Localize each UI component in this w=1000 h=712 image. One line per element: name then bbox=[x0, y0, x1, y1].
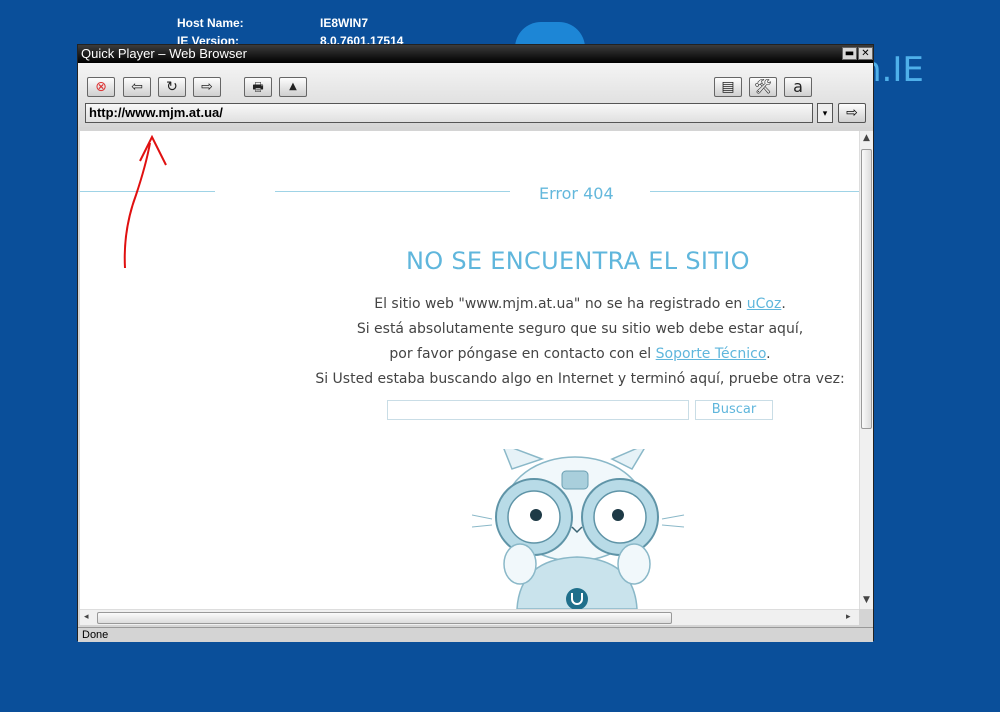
message-line-2: Si está absolutamente seguro que su siti… bbox=[356, 321, 804, 337]
scroll-down-arrow-icon[interactable]: ▼ bbox=[863, 595, 870, 605]
support-link[interactable]: Soporte Técnico bbox=[656, 346, 766, 362]
host-name-value: IE8WIN7 bbox=[320, 16, 369, 30]
forward-button[interactable]: ⇨ bbox=[193, 77, 221, 97]
divider-right bbox=[650, 191, 859, 192]
ucoz-link[interactable]: uCoz bbox=[747, 296, 782, 312]
message-line-3-end: . bbox=[766, 346, 771, 362]
refresh-button[interactable]: ↻ bbox=[158, 77, 186, 97]
title-bar[interactable]: Quick Player – Web Browser ▬ ✕ bbox=[78, 45, 873, 63]
message-line-1: El sitio web "www.mjm.at.ua" no se ha re… bbox=[310, 296, 850, 312]
scroll-right-arrow-icon[interactable]: ▸ bbox=[846, 612, 851, 622]
error-code: Error 404 bbox=[539, 184, 614, 203]
go-button[interactable]: ⇨ bbox=[838, 103, 866, 123]
tools-button[interactable]: 🛠 bbox=[749, 77, 777, 97]
back-button[interactable]: ⇦ bbox=[123, 77, 151, 97]
text-size-button[interactable]: a bbox=[784, 77, 812, 97]
page-button[interactable]: ▤ bbox=[714, 77, 742, 97]
window-title: Quick Player – Web Browser bbox=[81, 46, 247, 61]
host-name-label: Host Name: bbox=[177, 16, 244, 30]
browser-window: Quick Player – Web Browser ▬ ✕ ⊗ ⇦ ↻ ⇨ 🖶… bbox=[77, 44, 874, 642]
status-bar: Done bbox=[78, 627, 873, 642]
page-heading: NO SE ENCUENTRA EL SITIO bbox=[406, 247, 750, 275]
search-button[interactable]: Buscar bbox=[695, 400, 773, 420]
message-line-1-end: . bbox=[781, 296, 786, 312]
horizontal-scroll-thumb[interactable] bbox=[97, 612, 672, 624]
page-viewport[interactable]: Error 404 NO SE ENCUENTRA EL SITIO El si… bbox=[80, 131, 859, 609]
search-input[interactable] bbox=[387, 400, 689, 420]
message-line-4: Si Usted estaba buscando algo en Interne… bbox=[315, 371, 845, 387]
divider-middle bbox=[275, 191, 510, 192]
scroll-up-button[interactable]: ▲ bbox=[279, 77, 307, 97]
vertical-scroll-thumb[interactable] bbox=[861, 149, 872, 429]
message-line-3: por favor póngase en contacto con el Sop… bbox=[310, 346, 850, 362]
stop-button[interactable]: ⊗ bbox=[87, 77, 115, 97]
message-line-1-text: El sitio web "www.mjm.at.ua" no se ha re… bbox=[374, 296, 747, 312]
print-button[interactable]: 🖶 bbox=[244, 77, 272, 97]
horizontal-scrollbar[interactable]: ◂ ▸ bbox=[80, 609, 859, 625]
scroll-left-arrow-icon[interactable]: ◂ bbox=[84, 612, 89, 622]
vertical-scrollbar[interactable]: ▲ ▼ bbox=[859, 131, 873, 609]
address-bar[interactable]: http://www.mjm.at.ua/ bbox=[85, 103, 813, 123]
cat-binoculars-illustration bbox=[472, 449, 685, 609]
close-button[interactable]: ✕ bbox=[858, 47, 873, 60]
address-dropdown-button[interactable]: ▾ bbox=[817, 103, 833, 123]
minimize-button[interactable]: ▬ bbox=[842, 47, 857, 60]
toolbar: ⊗ ⇦ ↻ ⇨ 🖶 ▲ ▤ 🛠 a http://www.mjm.at.ua/ … bbox=[78, 63, 873, 127]
message-line-3-text: por favor póngase en contacto con el bbox=[389, 346, 656, 362]
annotation-arrow-icon bbox=[123, 135, 167, 269]
scroll-up-arrow-icon[interactable]: ▲ bbox=[863, 133, 870, 143]
